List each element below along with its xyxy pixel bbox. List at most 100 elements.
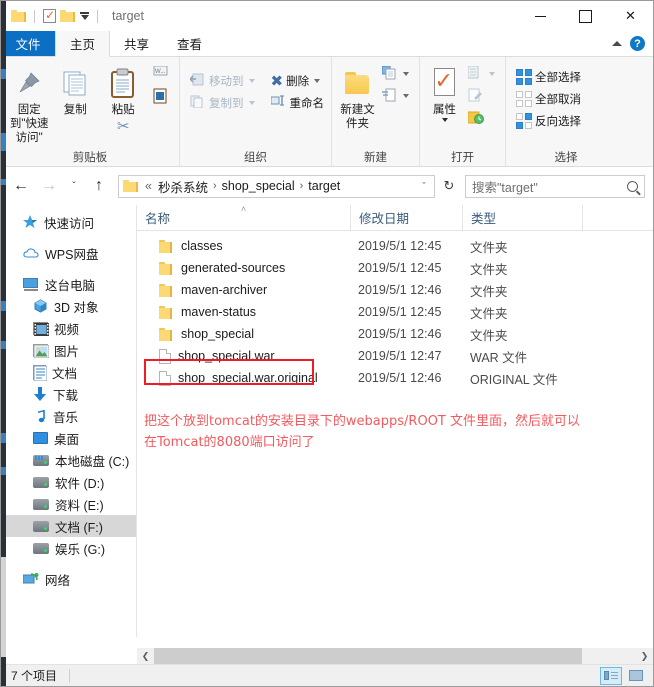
sidebar-item-label: 这台电脑 — [45, 278, 96, 293]
new-folder-icon[interactable] — [60, 10, 75, 22]
easy-access-button[interactable] — [378, 86, 413, 106]
chevron-down-icon[interactable] — [489, 72, 495, 76]
search-input[interactable]: 搜索"target" — [465, 174, 645, 198]
open-button[interactable] — [464, 64, 499, 84]
sidebar-item-drive-d[interactable]: 软件 (D:) — [1, 471, 136, 493]
sidebar-item-network[interactable]: 网络 — [1, 568, 136, 590]
table-row[interactable]: shop_special.war.original 2019/5/1 12:46… — [137, 367, 653, 389]
recent-locations-button[interactable]: ˇ — [65, 174, 83, 198]
scroll-right-icon[interactable]: ❯ — [636, 651, 653, 662]
table-row[interactable]: maven-archiver 2019/5/1 12:46 文件夹 — [137, 279, 653, 301]
table-row[interactable]: classes 2019/5/1 12:45 文件夹 — [137, 235, 653, 257]
table-row[interactable]: maven-status 2019/5/1 12:45 文件夹 — [137, 301, 653, 323]
file-name: shop_special.war.original — [178, 371, 318, 385]
paste-shortcut-button[interactable] — [149, 86, 173, 106]
select-all-button[interactable]: 全部选择 — [512, 67, 608, 87]
copy-button[interactable]: 复制 — [51, 62, 99, 117]
help-icon[interactable]: ? — [630, 36, 645, 51]
new-folder-button[interactable]: 新建文件夹 — [338, 62, 377, 131]
scroll-left-icon[interactable]: ❮ — [137, 651, 154, 662]
paste-button[interactable]: 粘贴 ✂ — [99, 62, 147, 134]
chevron-down-icon[interactable] — [248, 101, 255, 105]
window-controls[interactable]: ✕ — [518, 1, 653, 31]
delete-label: 删除 — [286, 76, 310, 88]
properties-button[interactable]: ✓ 属性 — [426, 62, 463, 122]
history-button[interactable] — [464, 108, 499, 128]
breadcrumb-item-1[interactable]: 秒杀系统 — [155, 177, 211, 196]
collapse-ribbon-icon[interactable] — [612, 41, 622, 46]
folder-icon[interactable] — [11, 10, 26, 22]
select-none-button[interactable]: 全部取消 — [512, 89, 608, 109]
large-icons-view-button[interactable] — [625, 667, 647, 685]
sidebar-item-wps-cloud[interactable]: WPS网盘 — [1, 242, 136, 264]
sidebar-item-pictures[interactable]: 图片 — [1, 339, 136, 361]
customize-dropdown-icon[interactable] — [79, 12, 89, 20]
sidebar-item-drive-e[interactable]: 资料 (E:) — [1, 493, 136, 515]
edit-button[interactable] — [464, 86, 499, 106]
cut-icon[interactable]: ✂ — [117, 119, 130, 134]
copy-to-button[interactable]: 复制到 — [186, 93, 259, 113]
copy-label: 复制 — [63, 104, 87, 116]
sidebar-item-videos[interactable]: 视频 — [1, 317, 136, 339]
breadcrumb[interactable]: « 秒杀系统 › shop_special › target ˇ — [118, 174, 435, 198]
chevron-down-icon[interactable] — [403, 94, 409, 98]
file-type: 文件夹 — [470, 284, 508, 299]
chevron-down-icon[interactable] — [248, 79, 255, 83]
sidebar-item-documents[interactable]: 文档 — [1, 361, 136, 383]
forward-button[interactable]: → — [37, 174, 61, 198]
sidebar-item-music[interactable]: 音乐 — [1, 405, 136, 427]
close-button[interactable]: ✕ — [608, 1, 653, 31]
breadcrumb-dropdown-icon[interactable]: ˇ — [416, 181, 432, 191]
sidebar-item-quick-access[interactable]: 快速访问 — [1, 211, 136, 233]
horizontal-scrollbar[interactable]: ❮ ❯ — [137, 648, 653, 664]
sidebar-item-3d-objects[interactable]: 3D 对象 — [1, 295, 136, 317]
search-icon[interactable] — [627, 180, 638, 192]
column-header-size[interactable] — [582, 204, 653, 231]
file-date: 2019/5/1 12:46 — [358, 371, 442, 385]
column-header-date-modified[interactable]: 修改日期 — [350, 204, 462, 231]
rename-button[interactable]: 重命名 — [267, 93, 329, 113]
breadcrumb-item-3[interactable]: target — [305, 179, 343, 193]
sidebar-item-this-pc[interactable]: 这台电脑 — [1, 273, 136, 295]
table-row[interactable]: generated-sources 2019/5/1 12:45 文件夹 — [137, 257, 653, 279]
sidebar-item-desktop[interactable]: 桌面 — [1, 427, 136, 449]
chevron-down-icon[interactable] — [403, 72, 409, 76]
sidebar-item-local-disk-c[interactable]: 本地磁盘 (C:) — [1, 449, 136, 471]
tab-file[interactable]: 文件 — [1, 31, 55, 56]
scrollbar-thumb[interactable] — [154, 648, 582, 664]
up-button[interactable]: ↑ — [87, 174, 111, 198]
quick-access-toolbar[interactable] — [11, 8, 102, 23]
new-item-button[interactable] — [378, 64, 413, 84]
scrollbar-track[interactable] — [154, 648, 636, 664]
chevron-down-icon[interactable] — [441, 118, 448, 122]
refresh-button[interactable]: ↻ — [439, 178, 459, 194]
copy-path-button[interactable]: W... — [149, 64, 173, 84]
column-header-name[interactable]: ˄ 名称 — [137, 204, 350, 231]
sidebar-item-downloads[interactable]: 下载 — [1, 383, 136, 405]
sidebar-item-drive-g[interactable]: 娱乐 (G:) — [1, 537, 136, 559]
pictures-icon — [33, 343, 50, 358]
breadcrumb-item-2[interactable]: shop_special — [219, 179, 298, 193]
column-header-type[interactable]: 类型 — [462, 204, 582, 231]
tab-home[interactable]: 主页 — [55, 31, 111, 57]
invert-selection-button[interactable]: 反向选择 — [512, 111, 608, 131]
tab-view[interactable]: 查看 — [163, 31, 216, 56]
tab-share[interactable]: 共享 — [110, 31, 163, 56]
pin-to-quick-access-button[interactable]: 固定到"快速访问" — [7, 62, 51, 145]
properties-icon[interactable] — [43, 8, 56, 23]
maximize-button[interactable] — [563, 1, 608, 31]
breadcrumb-overflow[interactable]: « — [142, 179, 155, 193]
details-view-button[interactable] — [600, 666, 622, 685]
move-to-button[interactable]: 移动到 — [186, 71, 259, 91]
view-mode-buttons[interactable] — [600, 666, 653, 685]
table-row[interactable]: shop_special 2019/5/1 12:46 文件夹 — [137, 323, 653, 345]
sidebar-item-drive-f[interactable]: 文档 (F:) — [1, 515, 136, 537]
breadcrumb-separator[interactable]: › — [211, 180, 219, 192]
table-row-highlighted[interactable]: shop_special.war 2019/5/1 12:47 WAR 文件 — [137, 345, 653, 367]
minimize-button[interactable] — [518, 1, 563, 31]
chevron-down-icon[interactable] — [314, 79, 321, 83]
back-button[interactable]: ← — [9, 174, 33, 198]
delete-button[interactable]: ✖ 删除 — [267, 71, 329, 91]
breadcrumb-separator[interactable]: › — [298, 180, 306, 192]
documents-icon — [33, 364, 48, 381]
